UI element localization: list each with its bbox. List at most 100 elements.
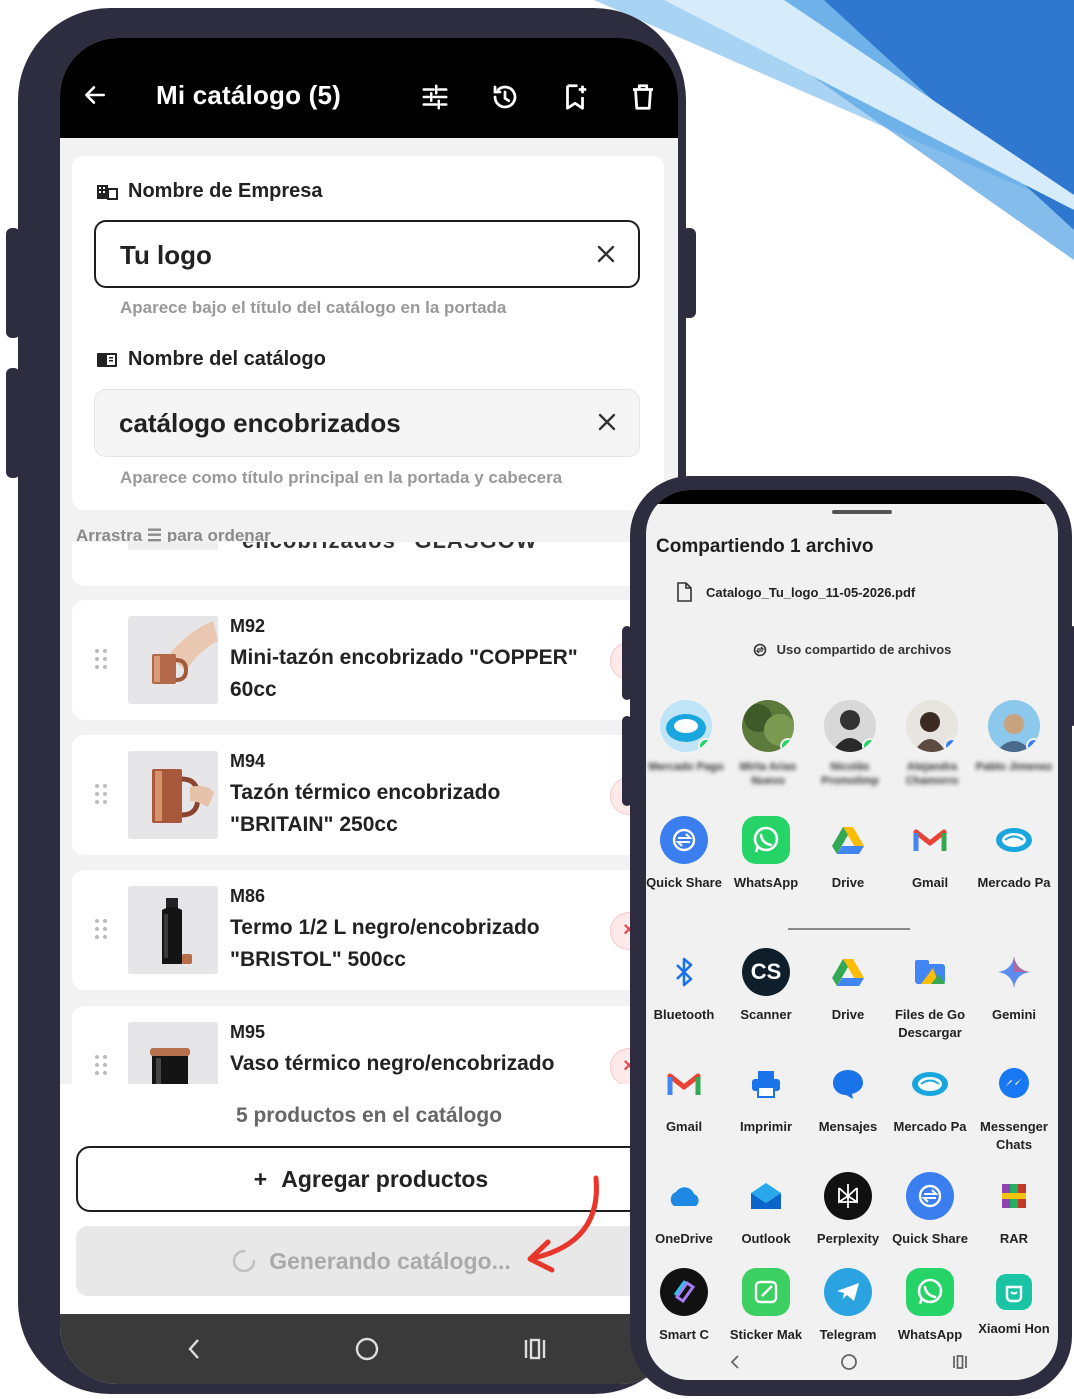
drive-icon bbox=[824, 816, 872, 864]
product-thumbnail bbox=[128, 542, 218, 550]
catalog-hint: Aparece como título principal en la port… bbox=[120, 468, 563, 487]
share-contact[interactable]: Mirta Arias Nuevo bbox=[728, 700, 808, 788]
bluetooth-icon bbox=[660, 948, 708, 996]
catalog-label: Nombre del catálogo bbox=[128, 348, 326, 370]
share-app[interactable]: WhatsApp bbox=[888, 1268, 972, 1344]
nearby-share-button[interactable]: Uso compartido de archivos bbox=[646, 642, 1058, 657]
curved-arrow-icon bbox=[527, 1175, 599, 1273]
system-navigation-bar bbox=[646, 1348, 1058, 1380]
whatsapp-icon bbox=[742, 816, 790, 864]
sheet-handle[interactable] bbox=[832, 510, 892, 514]
share-app[interactable]: Sticker Mak bbox=[724, 1268, 808, 1344]
share-app[interactable]: Gmail bbox=[888, 816, 972, 892]
add-products-label: Agregar productos bbox=[281, 1165, 489, 1192]
history-icon[interactable] bbox=[490, 82, 520, 112]
company-label: Nombre de Empresa bbox=[128, 180, 323, 202]
share-app[interactable]: Drive bbox=[806, 816, 890, 892]
share-app[interactable]: Files de Go Descargar bbox=[888, 948, 972, 1042]
list-item[interactable]: M86 Termo 1/2 L negro/encobrizado "BRIST… bbox=[72, 870, 664, 990]
nav-recents-icon[interactable] bbox=[950, 1352, 970, 1372]
plus-icon: + bbox=[253, 1165, 268, 1192]
share-contact[interactable]: Alejandra Chamorro bbox=[892, 700, 972, 788]
nav-home-icon[interactable] bbox=[839, 1352, 859, 1372]
trash-icon[interactable] bbox=[628, 82, 658, 112]
catalog-name-input[interactable]: catálogo encobrizados bbox=[94, 389, 640, 457]
avatar bbox=[824, 700, 876, 752]
share-app[interactable]: Mercado Pa bbox=[972, 816, 1056, 892]
tune-icon[interactable] bbox=[420, 82, 450, 112]
page-title: Mi catálogo (5) bbox=[156, 80, 342, 110]
clear-icon[interactable] bbox=[594, 242, 618, 266]
rar-icon bbox=[990, 1172, 1038, 1220]
product-name: Mini-tazón encobrizado "COPPER" 60cc bbox=[230, 646, 578, 701]
product-code: M95 bbox=[230, 1022, 266, 1042]
smart-connect-icon bbox=[660, 1268, 708, 1316]
app-name: Mensajes bbox=[818, 1119, 878, 1134]
shared-file-name: Catalogo_Tu_logo_11-05-2026.pdf bbox=[706, 584, 916, 600]
share-app[interactable]: Smart C bbox=[646, 1268, 726, 1344]
share-app[interactable]: RAR bbox=[972, 1172, 1056, 1248]
phone-share-sheet: Compartiendo 1 archivo Catalogo_Tu_logo_… bbox=[622, 476, 1074, 1396]
share-app[interactable]: Messenger Chats bbox=[972, 1060, 1056, 1154]
company-name-value: Tu logo bbox=[120, 240, 212, 270]
whatsapp-icon bbox=[906, 1268, 954, 1316]
list-item[interactable]: encobrizados "GLASGOW" bbox=[72, 542, 664, 586]
share-app[interactable]: Quick Share bbox=[888, 1172, 972, 1248]
nav-back-icon[interactable] bbox=[726, 1352, 746, 1372]
product-name: Tazón térmico encobrizado "BRITAIN" 250c… bbox=[230, 781, 501, 836]
app-name: Gmail bbox=[665, 1119, 703, 1134]
divider bbox=[788, 928, 910, 930]
product-code: M86 bbox=[230, 886, 266, 906]
share-app[interactable]: Imprimir bbox=[724, 1060, 808, 1136]
avatar bbox=[660, 700, 712, 752]
share-app[interactable]: CS Scanner bbox=[724, 948, 808, 1024]
drag-handle-icon[interactable] bbox=[94, 918, 108, 940]
share-app[interactable]: Perplexity bbox=[806, 1172, 890, 1248]
share-app[interactable]: WhatsApp bbox=[724, 816, 808, 892]
drag-handle-icon[interactable] bbox=[94, 783, 108, 805]
print-icon bbox=[742, 1060, 790, 1108]
app-name: Scanner bbox=[740, 1007, 792, 1022]
app-name: Sticker Mak bbox=[729, 1327, 803, 1342]
clear-icon[interactable] bbox=[595, 410, 619, 434]
drag-handle-icon[interactable] bbox=[94, 1054, 108, 1076]
drag-handle-icon[interactable] bbox=[94, 648, 108, 670]
volume-button bbox=[622, 626, 632, 700]
share-contact[interactable]: Pablo Jimenez bbox=[974, 700, 1054, 774]
back-arrow-icon[interactable] bbox=[82, 82, 108, 108]
share-app[interactable]: Bluetooth bbox=[646, 948, 726, 1024]
share-app[interactable]: Outlook bbox=[724, 1172, 808, 1248]
share-app[interactable]: Mensajes bbox=[806, 1060, 890, 1136]
list-item[interactable]: M94 Tazón térmico encobrizado "BRITAIN" … bbox=[72, 735, 664, 855]
app-name: Smart C bbox=[659, 1327, 709, 1342]
list-item[interactable]: M92 Mini-tazón encobrizado "COPPER" 60cc… bbox=[72, 600, 664, 720]
company-name-input[interactable]: Tu logo bbox=[94, 220, 640, 288]
share-app[interactable]: Gmail bbox=[646, 1060, 726, 1136]
app-name: Gmail bbox=[911, 875, 949, 890]
nav-recents-icon[interactable] bbox=[520, 1334, 550, 1364]
share-app[interactable]: Telegram bbox=[806, 1268, 890, 1344]
share-app[interactable]: OneDrive bbox=[646, 1172, 726, 1248]
volume-button bbox=[6, 228, 20, 338]
share-sheet-screen: Compartiendo 1 archivo Catalogo_Tu_logo_… bbox=[646, 490, 1058, 1380]
system-navigation-bar bbox=[60, 1314, 678, 1384]
share-app[interactable]: Mercado Pa bbox=[888, 1060, 972, 1136]
share-contact[interactable]: Nicolás Promolimp bbox=[810, 700, 890, 788]
share-app[interactable]: Xiaomi Hon bbox=[972, 1268, 1056, 1338]
share-app[interactable]: Drive bbox=[806, 948, 890, 1024]
camscanner-icon: CS bbox=[742, 948, 790, 996]
bookmark-add-icon[interactable] bbox=[560, 82, 590, 112]
mercado-pago-icon bbox=[990, 816, 1038, 864]
share-app[interactable]: Gemini bbox=[972, 948, 1056, 1024]
product-code: M92 bbox=[230, 616, 266, 636]
nav-back-icon[interactable] bbox=[180, 1334, 210, 1364]
side-button bbox=[1070, 626, 1074, 726]
app-name: Telegram bbox=[819, 1327, 877, 1342]
catalog-screen: Mi catálogo (5) Nombre de Empresa Tu log… bbox=[60, 38, 678, 1384]
app-name: Messenger Chats bbox=[980, 1119, 1048, 1152]
share-contact[interactable]: Mercado Pago bbox=[646, 700, 726, 774]
share-app[interactable]: Quick Share bbox=[646, 816, 726, 892]
nav-home-icon[interactable] bbox=[352, 1334, 382, 1364]
sticker-maker-icon bbox=[742, 1268, 790, 1316]
app-topbar: Mi catálogo (5) bbox=[60, 38, 678, 138]
